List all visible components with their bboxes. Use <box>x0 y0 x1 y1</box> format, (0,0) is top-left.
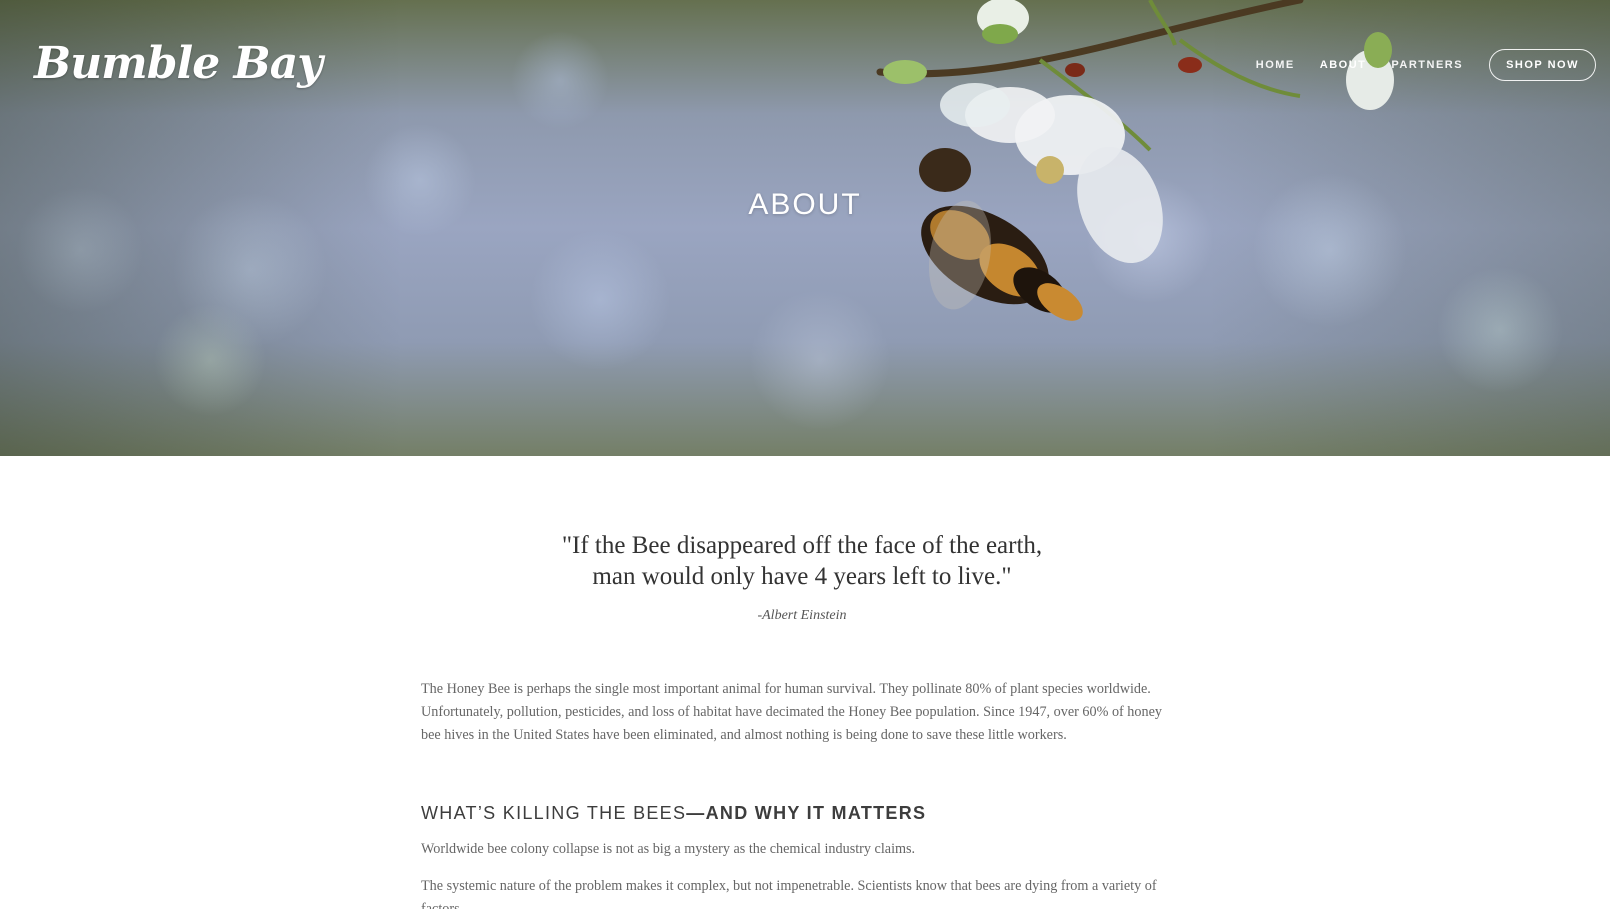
nav-item-home[interactable]: HOME <box>1256 59 1295 71</box>
main-nav: HOME ABOUT PARTNERS SHOP NOW <box>1231 49 1596 81</box>
einstein-quote: "If the Bee disappeared off the face of … <box>421 530 1183 592</box>
logo-text: Bumble Bay <box>34 38 323 89</box>
intro-paragraph: The Honey Bee is perhaps the single most… <box>421 681 1162 743</box>
nav-item-about[interactable]: ABOUT <box>1320 59 1367 71</box>
section-paragraph-2: The systemic nature of the problem makes… <box>421 878 1157 909</box>
shop-now-button[interactable]: SHOP NOW <box>1489 49 1596 81</box>
quote-attribution: -Albert Einstein <box>757 608 847 623</box>
main-content: "If the Bee disappeared off the face of … <box>421 456 1183 909</box>
quote-line-2: man would only have 4 years left to live… <box>592 563 1012 590</box>
section-heading-light: WHAT’S KILLING THE BEES <box>421 803 687 823</box>
section-heading: WHAT’S KILLING THE BEES—AND WHY IT MATTE… <box>421 803 1183 824</box>
nav-item-partners[interactable]: PARTNERS <box>1391 59 1463 71</box>
section-paragraph-1: Worldwide bee colony collapse is not as … <box>421 841 916 857</box>
page-title: ABOUT <box>748 188 862 221</box>
hero-banner: Bumble Bay HOME ABOUT PARTNERS SHOP NOW … <box>0 0 1610 456</box>
quote-line-1: "If the Bee disappeared off the face of … <box>561 532 1043 559</box>
site-logo[interactable]: Bumble Bay <box>34 34 323 114</box>
section-heading-bold: —AND WHY IT MATTERS <box>686 803 927 823</box>
